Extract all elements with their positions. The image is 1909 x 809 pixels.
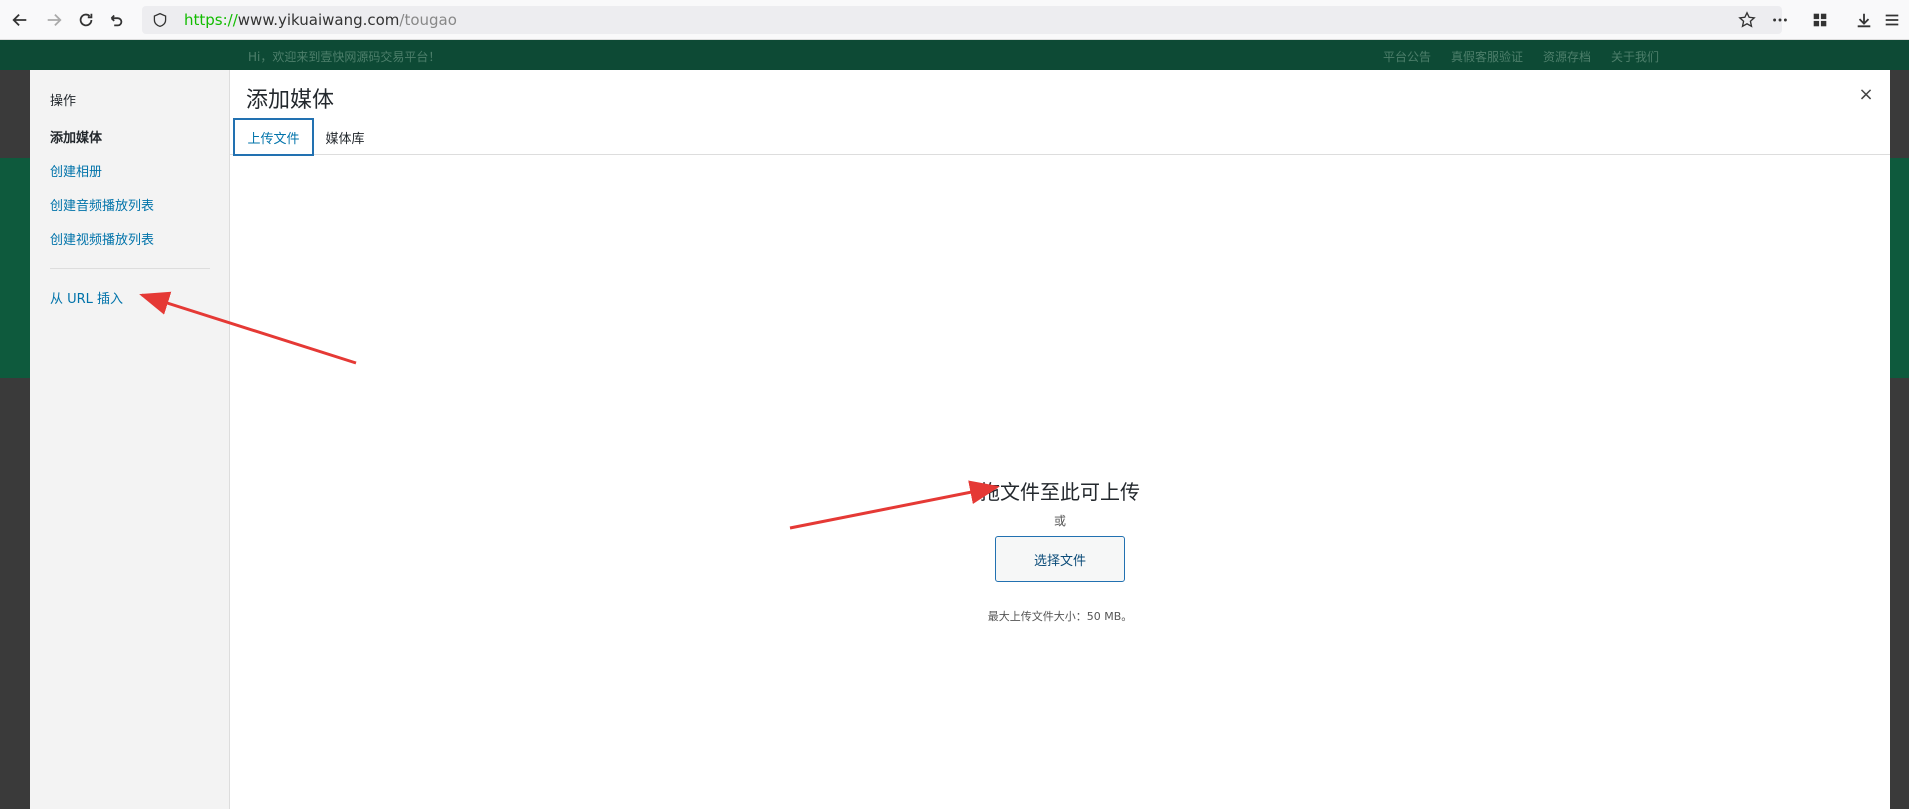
modal-sidebar: 操作 添加媒体 创建相册 创建音频播放列表 创建视频播放列表 从 URL 插入 [30, 70, 230, 809]
drop-or-text: 或 [1053, 514, 1066, 528]
sidebar-heading: 操作 [50, 94, 77, 109]
max-upload-size: 最大上传文件大小：50 MB。 [987, 610, 1133, 623]
site-topbar: Hi，欢迎来到壹快网源码交易平台！ 平台公告 真假客服验证 资源存档 关于我们 [0, 40, 1909, 70]
sidebar-item-audio-playlist[interactable]: 创建音频播放列表 [50, 195, 154, 214]
undo-icon[interactable] [104, 8, 128, 32]
site-links: 平台公告 真假客服验证 资源存档 关于我们 [1383, 48, 1659, 65]
url-text[interactable]: https://www.yikuaiwang.com/tougao [184, 11, 457, 29]
sidebar-item-insert-url[interactable]: 从 URL 插入 [50, 288, 123, 307]
sidebar-item-add-media[interactable]: 添加媒体 [50, 127, 102, 146]
url-bar[interactable]: https://www.yikuaiwang.com/tougao [142, 6, 1782, 34]
site-link[interactable]: 关于我们 [1611, 48, 1659, 65]
select-files-button[interactable]: 选择文件 [995, 536, 1125, 582]
sidebar-item-create-gallery[interactable]: 创建相册 [50, 161, 102, 180]
sidebar-item-video-playlist[interactable]: 创建视频播放列表 [50, 229, 154, 248]
star-icon[interactable] [1735, 8, 1759, 32]
site-link[interactable]: 平台公告 [1383, 48, 1431, 65]
drop-title: 拖文件至此可上传 [980, 480, 1140, 504]
more-icon[interactable] [1768, 8, 1792, 32]
grid-icon[interactable] [1808, 8, 1832, 32]
shield-icon[interactable] [150, 10, 170, 30]
media-modal: 操作 添加媒体 创建相册 创建音频播放列表 创建视频播放列表 从 URL 插入 … [30, 70, 1890, 809]
upload-drop-zone[interactable]: 拖文件至此可上传 或 选择文件 最大上传文件大小：50 MB。 [230, 156, 1890, 809]
reload-icon[interactable] [74, 8, 98, 32]
forward-arrow-icon[interactable] [42, 8, 66, 32]
tab-media-library[interactable]: 媒体库 [322, 118, 368, 156]
sidebar-divider [50, 268, 210, 269]
back-arrow-icon[interactable] [8, 8, 32, 32]
modal-tabs: 上传文件 媒体库 [230, 70, 1890, 156]
site-link[interactable]: 资源存档 [1543, 48, 1591, 65]
site-link[interactable]: 真假客服验证 [1451, 48, 1523, 65]
browser-toolbar: https://www.yikuaiwang.com/tougao [0, 0, 1909, 40]
download-icon[interactable] [1852, 8, 1876, 32]
site-greeting: Hi，欢迎来到壹快网源码交易平台！ [248, 50, 441, 64]
tab-upload-files[interactable]: 上传文件 [233, 118, 314, 156]
menu-icon[interactable] [1880, 8, 1904, 32]
